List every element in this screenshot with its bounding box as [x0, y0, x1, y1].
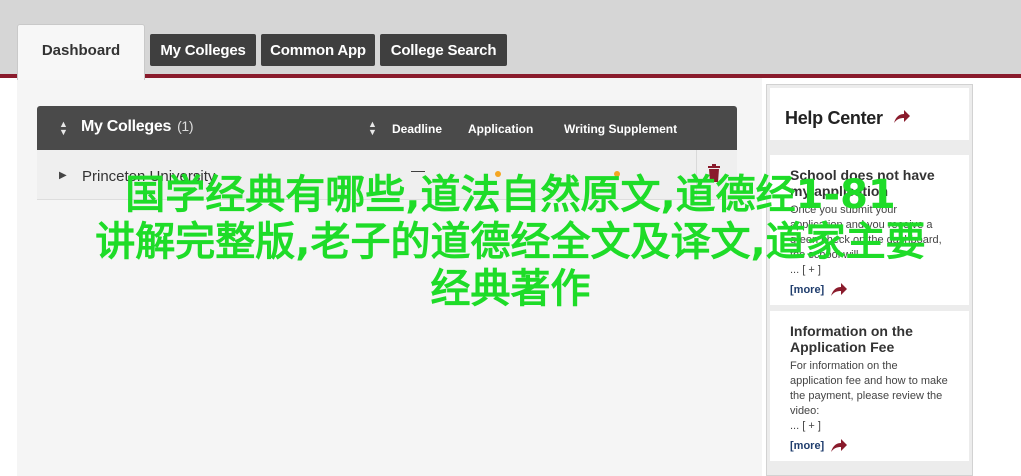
help-center-title[interactable]: Help Center: [785, 108, 911, 129]
overlay-line: 讲解完整版,老子的道德经全文及译文,道家主要: [95, 219, 926, 265]
tab-my-colleges[interactable]: My Colleges: [150, 34, 256, 66]
tab-dashboard[interactable]: Dashboard: [17, 24, 145, 80]
table-title-text: My Colleges: [81, 118, 172, 135]
column-writing-supplement[interactable]: Writing Supplement: [564, 122, 677, 136]
arrow-right-icon: [894, 110, 911, 123]
help-title-box: Help Center: [770, 88, 969, 140]
column-deadline[interactable]: Deadline: [392, 122, 442, 136]
colleges-table-header: ▲ ▼ My Colleges (1) ▲ ▼ Deadline Applicatio…: [37, 106, 737, 150]
arrow-right-icon: [831, 439, 848, 452]
help-card-title[interactable]: Information on the Application Fee: [790, 323, 949, 355]
overlay-caption: 国学经典有哪些,道法自然原文,道德经1-81 讲解完整版,老子的道德经全文及译文…: [0, 172, 1021, 313]
help-card-body: For information on the application fee a…: [790, 360, 948, 417]
column-application[interactable]: Application: [468, 122, 533, 136]
overlay-line: 国学经典有哪些,道法自然原文,道德经1-81: [125, 172, 896, 218]
help-center-title-text: Help Center: [785, 108, 883, 128]
app-root: Dashboard My Colleges Common App College…: [0, 0, 1021, 476]
tab-college-search[interactable]: College Search: [380, 34, 507, 66]
more-link-text[interactable]: [more]: [790, 440, 824, 452]
overlay-line: 经典著作: [430, 266, 591, 312]
help-card: Information on the Application Fee For i…: [770, 311, 969, 461]
expand-link[interactable]: ... [ + ]: [790, 419, 949, 433]
sort-icon[interactable]: ▲ ▼: [368, 120, 377, 137]
sort-icon[interactable]: ▲ ▼: [59, 120, 68, 137]
table-title: My Colleges (1): [81, 118, 194, 136]
more-link[interactable]: [more]: [790, 439, 949, 453]
college-count: (1): [177, 118, 194, 134]
tab-common-app[interactable]: Common App: [261, 34, 375, 66]
